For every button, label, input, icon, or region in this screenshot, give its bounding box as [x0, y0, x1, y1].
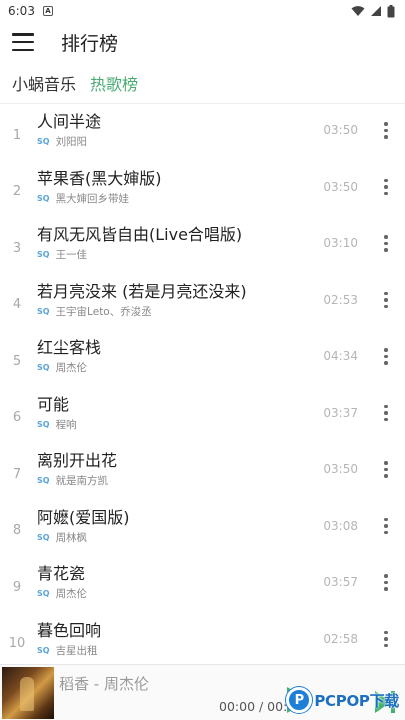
song-row[interactable]: 2 苹果香(黑大婶版) SQ 黑大婶回乡带娃 03:50: [0, 159, 405, 216]
a-badge-icon: A: [42, 6, 53, 16]
song-title: 有风无风皆自由(Live合唱版): [37, 225, 243, 245]
song-row[interactable]: 6 可能 SQ 程响 03:37: [0, 385, 405, 442]
song-list: 1 人间半途 SQ 刘阳阳 03:50 2 苹果香(黑大婶版) SQ 黑大婶回乡…: [0, 102, 405, 667]
more-options-icon[interactable]: [374, 627, 398, 651]
status-time: 6:03: [8, 4, 35, 18]
song-rank: 1: [12, 127, 22, 143]
song-duration: 03:08: [323, 518, 358, 533]
menu-icon[interactable]: [12, 33, 34, 51]
more-options-icon[interactable]: [374, 231, 398, 255]
wifi-icon: [351, 6, 365, 16]
watermark: P PCPOP下载: [286, 687, 399, 713]
sq-badge: SQ: [37, 532, 50, 542]
song-rank: 5: [12, 353, 22, 369]
song-title: 若月亮没来 (若是月亮还没来): [37, 281, 247, 301]
more-options-icon[interactable]: [374, 457, 398, 481]
more-options-icon[interactable]: [374, 570, 398, 594]
song-artist: 周杰伦: [55, 362, 88, 375]
more-options-icon[interactable]: [374, 175, 398, 199]
song-artist: 就是南方凯: [55, 475, 109, 488]
song-title: 可能: [37, 394, 70, 414]
song-title: 暮色回响: [37, 620, 102, 640]
more-options-icon[interactable]: [374, 401, 398, 425]
song-row[interactable]: 8 阿嬷(爱国版) SQ 周林枫 03:08: [0, 498, 405, 555]
song-artist: 刘阳阳: [55, 136, 88, 149]
song-duration: 02:53: [323, 292, 358, 307]
sq-badge: SQ: [37, 589, 50, 599]
song-rank: 2: [12, 184, 22, 200]
song-duration: 03:50: [323, 462, 358, 477]
song-info: 离别开出花 SQ 就是南方凯: [34, 451, 318, 487]
song-info: 阿嬷(爱国版) SQ 周林枫: [34, 508, 318, 544]
song-info: 苹果香(黑大婶版) SQ 黑大婶回乡带娃: [34, 169, 318, 205]
song-info: 人间半途 SQ 刘阳阳: [34, 112, 318, 148]
tab-hot-songs[interactable]: 热歌榜: [90, 71, 138, 95]
song-info: 青花瓷 SQ 周杰伦: [34, 564, 318, 600]
song-rank: 7: [12, 466, 22, 482]
playback-time: 00:00 / 00:00: [219, 699, 289, 714]
song-title: 阿嬷(爱国版): [37, 507, 130, 527]
status-bar: 6:03 A: [0, 0, 405, 22]
song-rank: 10: [8, 636, 26, 652]
app-bar: 排行榜: [0, 22, 405, 62]
battery-icon: [387, 4, 395, 17]
song-duration: 03:57: [323, 575, 358, 590]
song-artist: 程响: [55, 418, 77, 431]
song-artist: 周杰伦: [55, 588, 88, 601]
sq-badge: SQ: [37, 306, 50, 316]
watermark-logo: P: [286, 687, 313, 713]
song-title: 苹果香(黑大婶版): [37, 168, 162, 188]
album-cover[interactable]: [2, 666, 54, 719]
sq-badge: SQ: [37, 250, 50, 260]
tab-xiaowo-music[interactable]: 小蜗音乐: [12, 71, 76, 95]
page-title: 排行榜: [61, 32, 119, 55]
sq-badge: SQ: [37, 363, 50, 373]
song-info: 暮色回响 SQ 吉星出租: [34, 621, 318, 657]
song-row[interactable]: 5 红尘客栈 SQ 周杰伦 04:34: [0, 328, 405, 385]
sq-badge: SQ: [37, 476, 50, 486]
song-info: 红尘客栈 SQ 周杰伦: [34, 338, 318, 374]
song-duration: 03:50: [323, 179, 358, 194]
song-duration: 04:34: [323, 349, 358, 364]
song-rank: 9: [12, 579, 22, 595]
sq-badge: SQ: [37, 193, 50, 203]
song-artist: 黑大婶回乡带娃: [55, 192, 130, 205]
song-artist: 周林枫: [55, 531, 88, 544]
now-playing-title: 稻香 - 周杰伦: [59, 675, 149, 693]
sq-badge: SQ: [37, 645, 50, 655]
song-artist: 吉星出租: [55, 644, 98, 657]
song-info: 有风无风皆自由(Live合唱版) SQ 王一佳: [34, 225, 318, 261]
tab-bar: 小蜗音乐 热歌榜: [0, 62, 405, 104]
song-title: 青花瓷: [37, 564, 86, 584]
song-rank: 6: [12, 410, 22, 426]
song-title: 离别开出花: [37, 451, 118, 471]
song-row[interactable]: 3 有风无风皆自由(Live合唱版) SQ 王一佳 03:10: [0, 215, 405, 272]
sq-badge: SQ: [37, 137, 50, 147]
more-options-icon[interactable]: [374, 514, 398, 538]
song-row[interactable]: 4 若月亮没来 (若是月亮还没来) SQ 王宇宙Leto、乔浚丞 02:53: [0, 272, 405, 329]
song-rank: 3: [12, 240, 22, 256]
song-artist: 王宇宙Leto、乔浚丞: [55, 305, 152, 318]
signal-icon: [371, 6, 381, 16]
song-duration: 03:37: [323, 405, 358, 420]
more-options-icon[interactable]: [374, 118, 398, 142]
song-title: 人间半途: [37, 112, 102, 132]
more-options-icon[interactable]: [374, 288, 398, 312]
song-row[interactable]: 10 暮色回响 SQ 吉星出租 02:58: [0, 611, 405, 668]
sq-badge: SQ: [37, 419, 50, 429]
song-row[interactable]: 7 离别开出花 SQ 就是南方凯 03:50: [0, 441, 405, 498]
song-title: 红尘客栈: [37, 338, 102, 358]
more-options-icon[interactable]: [374, 344, 398, 368]
song-artist: 王一佳: [55, 249, 88, 262]
watermark-text: PCPOP下载: [314, 691, 399, 710]
song-duration: 02:58: [323, 631, 358, 646]
song-rank: 4: [12, 297, 22, 313]
song-row[interactable]: 1 人间半途 SQ 刘阳阳 03:50: [0, 102, 405, 159]
song-duration: 03:50: [323, 123, 358, 138]
song-duration: 03:10: [323, 236, 358, 251]
song-info: 若月亮没来 (若是月亮还没来) SQ 王宇宙Leto、乔浚丞: [34, 282, 318, 318]
song-row[interactable]: 9 青花瓷 SQ 周杰伦 03:57: [0, 554, 405, 611]
song-rank: 8: [12, 523, 22, 539]
song-info: 可能 SQ 程响: [34, 395, 318, 431]
